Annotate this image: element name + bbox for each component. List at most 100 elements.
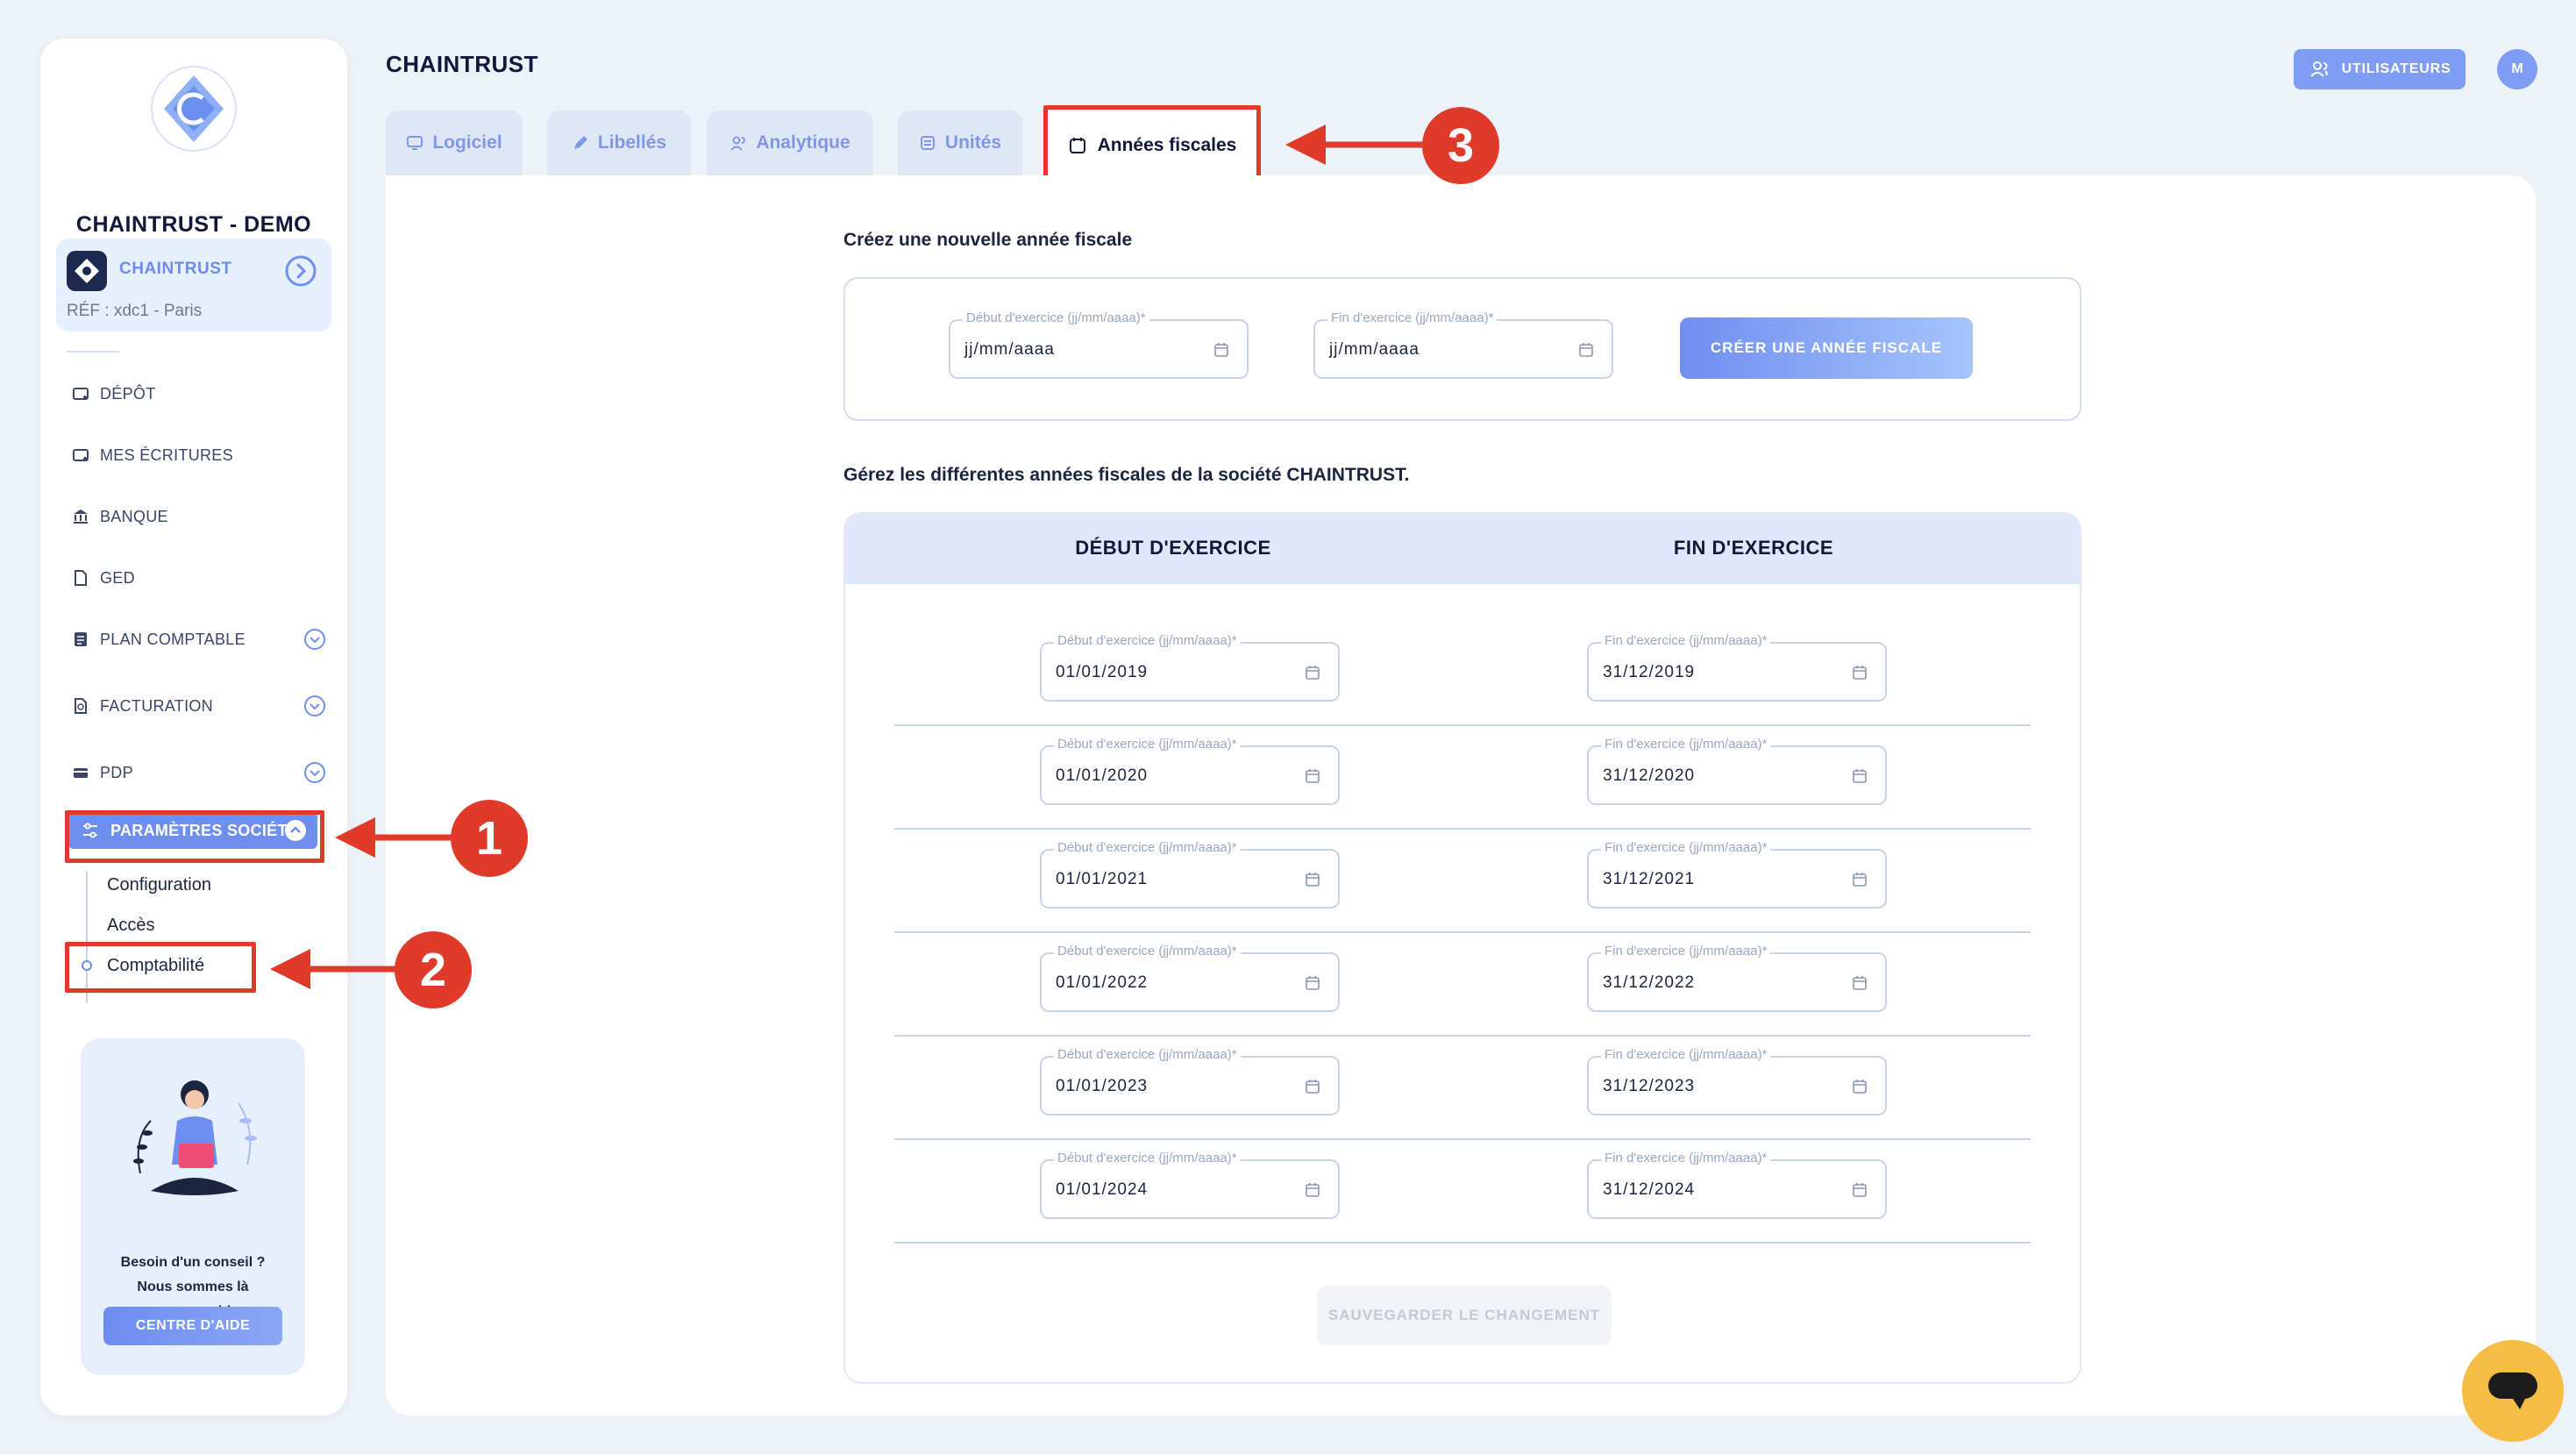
field-label: Début d'exercice (jj/mm/aaaa)* — [1054, 840, 1241, 855]
invoice-icon — [75, 698, 87, 714]
sidebar-item-banque[interactable]: BANQUE — [72, 503, 326, 530]
row-start-date-field[interactable]: Début d'exercice (jj/mm/aaaa)* 01/01/202… — [1040, 944, 1340, 1012]
calendar-icon[interactable] — [1305, 975, 1320, 991]
manage-section-title: Gérez les différentes années fiscales de… — [843, 465, 1410, 485]
tab-label: Libellés — [597, 132, 667, 153]
submenu-item-configuration[interactable]: Configuration — [107, 875, 211, 895]
row-start-date-field[interactable]: Début d'exercice (jj/mm/aaaa)* 01/01/201… — [1040, 633, 1340, 702]
annotation-badge-1: 1 — [451, 800, 528, 877]
row-start-date-field[interactable]: Début d'exercice (jj/mm/aaaa)* 01/01/202… — [1040, 1047, 1340, 1115]
create-end-date-field[interactable]: Fin d'exercice (jj/mm/aaaa)* jj/mm/aaaa — [1313, 310, 1613, 379]
sidebar-item-label: BANQUE — [100, 507, 168, 525]
calendar-icon[interactable] — [1852, 1079, 1868, 1094]
chevron-down-icon[interactable] — [303, 628, 326, 651]
save-changes-button[interactable]: SAUVEGARDER LE CHANGEMENT — [1317, 1286, 1612, 1345]
row-start-date-field[interactable]: Début d'exercice (jj/mm/aaaa)* 01/01/202… — [1040, 840, 1340, 909]
help-illustration — [133, 1080, 257, 1195]
field-label: Fin d'exercice (jj/mm/aaaa)* — [1601, 1047, 1771, 1062]
calendar-icon[interactable] — [1305, 872, 1320, 887]
field-value: 01/01/2024 — [1056, 1180, 1149, 1199]
entries-icon — [73, 449, 89, 461]
annotation-box-2 — [65, 942, 256, 993]
row-end-date-field[interactable]: Fin d'exercice (jj/mm/aaaa)* 31/12/2023 — [1587, 1047, 1887, 1115]
deposit-icon — [73, 388, 89, 400]
row-end-date-field[interactable]: Fin d'exercice (jj/mm/aaaa)* 31/12/2022 — [1587, 944, 1887, 1012]
company-card-ref: RÉF : xdc1 - Paris — [67, 302, 203, 320]
chat-button[interactable] — [2462, 1340, 2564, 1442]
annotation-box-1 — [65, 810, 324, 863]
calendar-icon[interactable] — [1852, 872, 1868, 887]
tab-unites[interactable]: Unités — [898, 110, 1022, 175]
users-button[interactable]: UTILISATEURS — [2294, 49, 2466, 89]
calendar-icon[interactable] — [1852, 768, 1868, 784]
create-fiscal-year-button[interactable]: CRÉER UNE ANNÉE FISCALE — [1680, 317, 1973, 379]
calendar-icon[interactable] — [1213, 342, 1229, 358]
submenu-item-acces[interactable]: Accès — [107, 916, 154, 936]
row-end-date-field[interactable]: Fin d'exercice (jj/mm/aaaa)* 31/12/2020 — [1587, 737, 1887, 805]
ledger-icon — [75, 632, 87, 646]
help-line-1: Besoin d'un conseil ? — [120, 1255, 266, 1270]
calendar-icon[interactable] — [1305, 768, 1320, 784]
calendar-icon[interactable] — [1305, 1079, 1320, 1094]
row-end-date-field[interactable]: Fin d'exercice (jj/mm/aaaa)* 31/12/2024 — [1587, 1151, 1887, 1219]
avatar[interactable]: M — [2497, 49, 2537, 89]
row-start-date-field[interactable]: Début d'exercice (jj/mm/aaaa)* 01/01/202… — [1040, 737, 1340, 805]
tab-libelles[interactable]: Libellés — [547, 110, 691, 175]
field-label: Début d'exercice (jj/mm/aaaa)* — [1054, 1047, 1241, 1062]
row-divider — [894, 1035, 2031, 1037]
row-end-date-field[interactable]: Fin d'exercice (jj/mm/aaaa)* 31/12/2019 — [1587, 633, 1887, 702]
calendar-icon — [1069, 138, 1085, 153]
tab-label: Analytique — [756, 132, 850, 153]
sidebar-item-facturation[interactable]: FACTURATION — [72, 693, 326, 719]
field-label: Fin d'exercice (jj/mm/aaaa)* — [1601, 737, 1771, 752]
field-value: 31/12/2020 — [1603, 766, 1696, 785]
field-value: 01/01/2023 — [1056, 1077, 1149, 1095]
document-icon — [75, 570, 87, 586]
chevron-down-icon[interactable] — [303, 761, 326, 784]
calendar-icon[interactable] — [1578, 342, 1594, 358]
calendar-icon[interactable] — [1852, 1182, 1868, 1198]
row-start-date-field[interactable]: Début d'exercice (jj/mm/aaaa)* 01/01/202… — [1040, 1151, 1340, 1219]
annotation-badge-2: 2 — [395, 931, 472, 1009]
tab-annees-fiscales[interactable]: Années fiscales — [1043, 105, 1261, 186]
create-start-date-field[interactable]: Début d'exercice (jj/mm/aaaa)* jj/mm/aaa… — [949, 310, 1249, 379]
sidebar-item-plan-comptable[interactable]: PLAN COMPTABLE — [72, 626, 326, 652]
field-label: Début d'exercice (jj/mm/aaaa)* — [963, 310, 1149, 325]
sidebar-item-label: MES ÉCRITURES — [100, 445, 233, 464]
fiscal-years-table: DÉBUT D'EXERCICE FIN D'EXERCICE Début d'… — [843, 512, 2081, 1384]
row-end-date-field[interactable]: Fin d'exercice (jj/mm/aaaa)* 31/12/2021 — [1587, 840, 1887, 909]
tab-logiciel[interactable]: Logiciel — [386, 110, 523, 175]
column-header-end: FIN D'EXERCICE — [1673, 537, 1834, 559]
field-value: 31/12/2023 — [1603, 1077, 1696, 1095]
field-value: 01/01/2022 — [1056, 973, 1149, 992]
sidebar-item-label: GED — [100, 568, 135, 587]
company-card[interactable]: CHAINTRUST RÉF : xdc1 - Paris — [56, 239, 331, 331]
stack-icon — [920, 136, 935, 150]
tab-label: Logiciel — [432, 132, 502, 153]
field-value: 31/12/2022 — [1603, 973, 1696, 992]
card-icon — [74, 768, 88, 778]
sidebar-item-mes-ecritures[interactable]: MES ÉCRITURES — [72, 442, 326, 468]
chevron-down-icon[interactable] — [303, 695, 326, 717]
sidebar-separator — [67, 351, 119, 353]
sidebar-item-ged[interactable]: GED — [72, 565, 326, 591]
calendar-icon[interactable] — [1305, 665, 1320, 681]
column-header-start: DÉBUT D'EXERCICE — [1075, 537, 1271, 559]
help-center-button[interactable]: CENTRE D'AIDE — [103, 1307, 282, 1345]
sidebar-item-pdp[interactable]: PDP — [72, 759, 326, 786]
chevron-right-icon[interactable] — [284, 254, 317, 288]
sidebar-item-label: FACTURATION — [100, 696, 213, 715]
field-value: 31/12/2024 — [1603, 1180, 1696, 1199]
calendar-icon[interactable] — [1852, 665, 1868, 681]
sidebar-item-depot[interactable]: DÉPÔT — [72, 381, 326, 407]
calendar-icon[interactable] — [1852, 975, 1868, 991]
row-divider — [894, 931, 2031, 933]
field-label: Fin d'exercice (jj/mm/aaaa)* — [1601, 840, 1771, 855]
field-label: Début d'exercice (jj/mm/aaaa)* — [1054, 737, 1241, 752]
calendar-icon[interactable] — [1305, 1182, 1320, 1198]
tab-label: Années fiscales — [1097, 135, 1237, 155]
annotation-arrow-2 — [270, 949, 410, 989]
tab-analytique[interactable]: Analytique — [707, 110, 873, 175]
annotation-badge-3: 3 — [1422, 107, 1499, 184]
bank-icon — [74, 510, 88, 524]
